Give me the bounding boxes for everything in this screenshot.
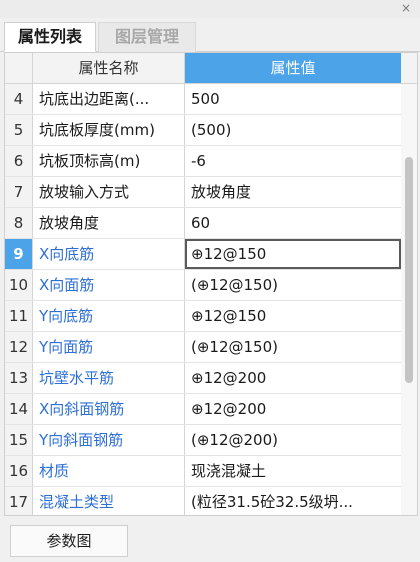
property-name-cell: X向底筋 [33,239,185,269]
row-number: 4 [5,84,33,114]
tab-property-list[interactable]: 属性列表 [4,22,96,52]
row-number: 8 [5,208,33,238]
header-row-number [5,53,33,83]
property-name-cell: 坑底板厚度(mm) [33,115,185,145]
table-row[interactable]: 5 坑底板厚度(mm) (500) [5,115,401,146]
property-value-cell[interactable]: (⊕12@150) [185,332,401,362]
table-row[interactable]: 6 坑板顶标高(m) -6 [5,146,401,177]
header-property-name: 属性名称 [33,53,185,83]
property-name-cell: Y向面筋 [33,332,185,362]
row-number: 14 [5,394,33,424]
table-row[interactable]: 14 X向斜面钢筋 ⊕12@200 [5,394,401,425]
property-name-cell: 混凝土类型 [33,487,185,515]
tab-bar: 属性列表 图层管理 [0,18,420,52]
table-row[interactable]: 13 坑壁水平筋 ⊕12@200 [5,363,401,394]
row-number: 11 [5,301,33,331]
property-value-cell[interactable]: (粒径31.5砼32.5级坍... [185,487,401,515]
table-row[interactable]: 16 材质 现浇混凝土 [5,456,401,487]
parameter-diagram-button[interactable]: 参数图 [10,525,128,557]
bottom-bar: 参数图 [0,516,420,562]
table-row[interactable]: 12 Y向面筋 (⊕12@150) [5,332,401,363]
property-name-cell: 材质 [33,456,185,486]
property-grid: 属性名称 属性值 4 坑底出边距离(... 500 5 坑底板厚度(mm) (500) 6 坑… [4,52,418,516]
row-number: 6 [5,146,33,176]
property-name-cell: X向斜面钢筋 [33,394,185,424]
table-row[interactable]: 7 放坡输入方式 放坡角度 [5,177,401,208]
property-name-cell: 坑板顶标高(m) [33,146,185,176]
table-row[interactable]: 8 放坡角度 60 [5,208,401,239]
header-scroll-spacer [401,53,417,83]
property-value-cell[interactable]: 放坡角度 [185,177,401,207]
property-name-cell: Y向底筋 [33,301,185,331]
table-row[interactable]: 10 X向面筋 (⊕12@150) [5,270,401,301]
row-number: 12 [5,332,33,362]
grid-rows: 4 坑底出边距离(... 500 5 坑底板厚度(mm) (500) 6 坑板顶标高(m) -6… [5,84,401,515]
property-name-cell: 坑底出边距离(... [33,84,185,114]
property-value-cell[interactable]: 500 [185,84,401,114]
table-row[interactable]: 17 混凝土类型 (粒径31.5砼32.5级坍... [5,487,401,515]
property-value-cell[interactable]: ⊕12@200 [185,394,401,424]
row-number: 5 [5,115,33,145]
property-value-cell[interactable]: 现浇混凝土 [185,456,401,486]
title-bar: × [0,0,420,18]
property-value-cell[interactable]: (500) [185,115,401,145]
table-row[interactable]: 11 Y向底筋 ⊕12@150 [5,301,401,332]
property-value-cell[interactable]: ⊕12@150 [185,239,401,269]
row-number: 15 [5,425,33,455]
property-value-cell[interactable]: 60 [185,208,401,238]
row-number: 10 [5,270,33,300]
table-row[interactable]: 9 X向底筋 ⊕12@150 [5,239,401,270]
property-value-cell[interactable]: -6 [185,146,401,176]
vertical-scrollbar[interactable] [401,84,417,515]
property-name-cell: 放坡输入方式 [33,177,185,207]
grid-header: 属性名称 属性值 [5,53,417,84]
scrollbar-thumb[interactable] [405,157,413,383]
header-property-value: 属性值 [185,53,401,83]
property-name-cell: 放坡角度 [33,208,185,238]
row-number: 16 [5,456,33,486]
row-number: 17 [5,487,33,515]
property-name-cell: Y向斜面钢筋 [33,425,185,455]
property-value-cell[interactable]: ⊕12@200 [185,363,401,393]
property-name-cell: X向面筋 [33,270,185,300]
table-row[interactable]: 4 坑底出边距离(... 500 [5,84,401,115]
tab-layer-management[interactable]: 图层管理 [98,22,196,52]
close-icon[interactable]: × [398,0,414,18]
table-row[interactable]: 15 Y向斜面钢筋 (⊕12@200) [5,425,401,456]
property-value-cell[interactable]: (⊕12@150) [185,270,401,300]
row-number: 7 [5,177,33,207]
row-number: 9 [5,239,33,269]
property-name-cell: 坑壁水平筋 [33,363,185,393]
row-number: 13 [5,363,33,393]
property-value-cell[interactable]: ⊕12@150 [185,301,401,331]
property-value-cell[interactable]: (⊕12@200) [185,425,401,455]
